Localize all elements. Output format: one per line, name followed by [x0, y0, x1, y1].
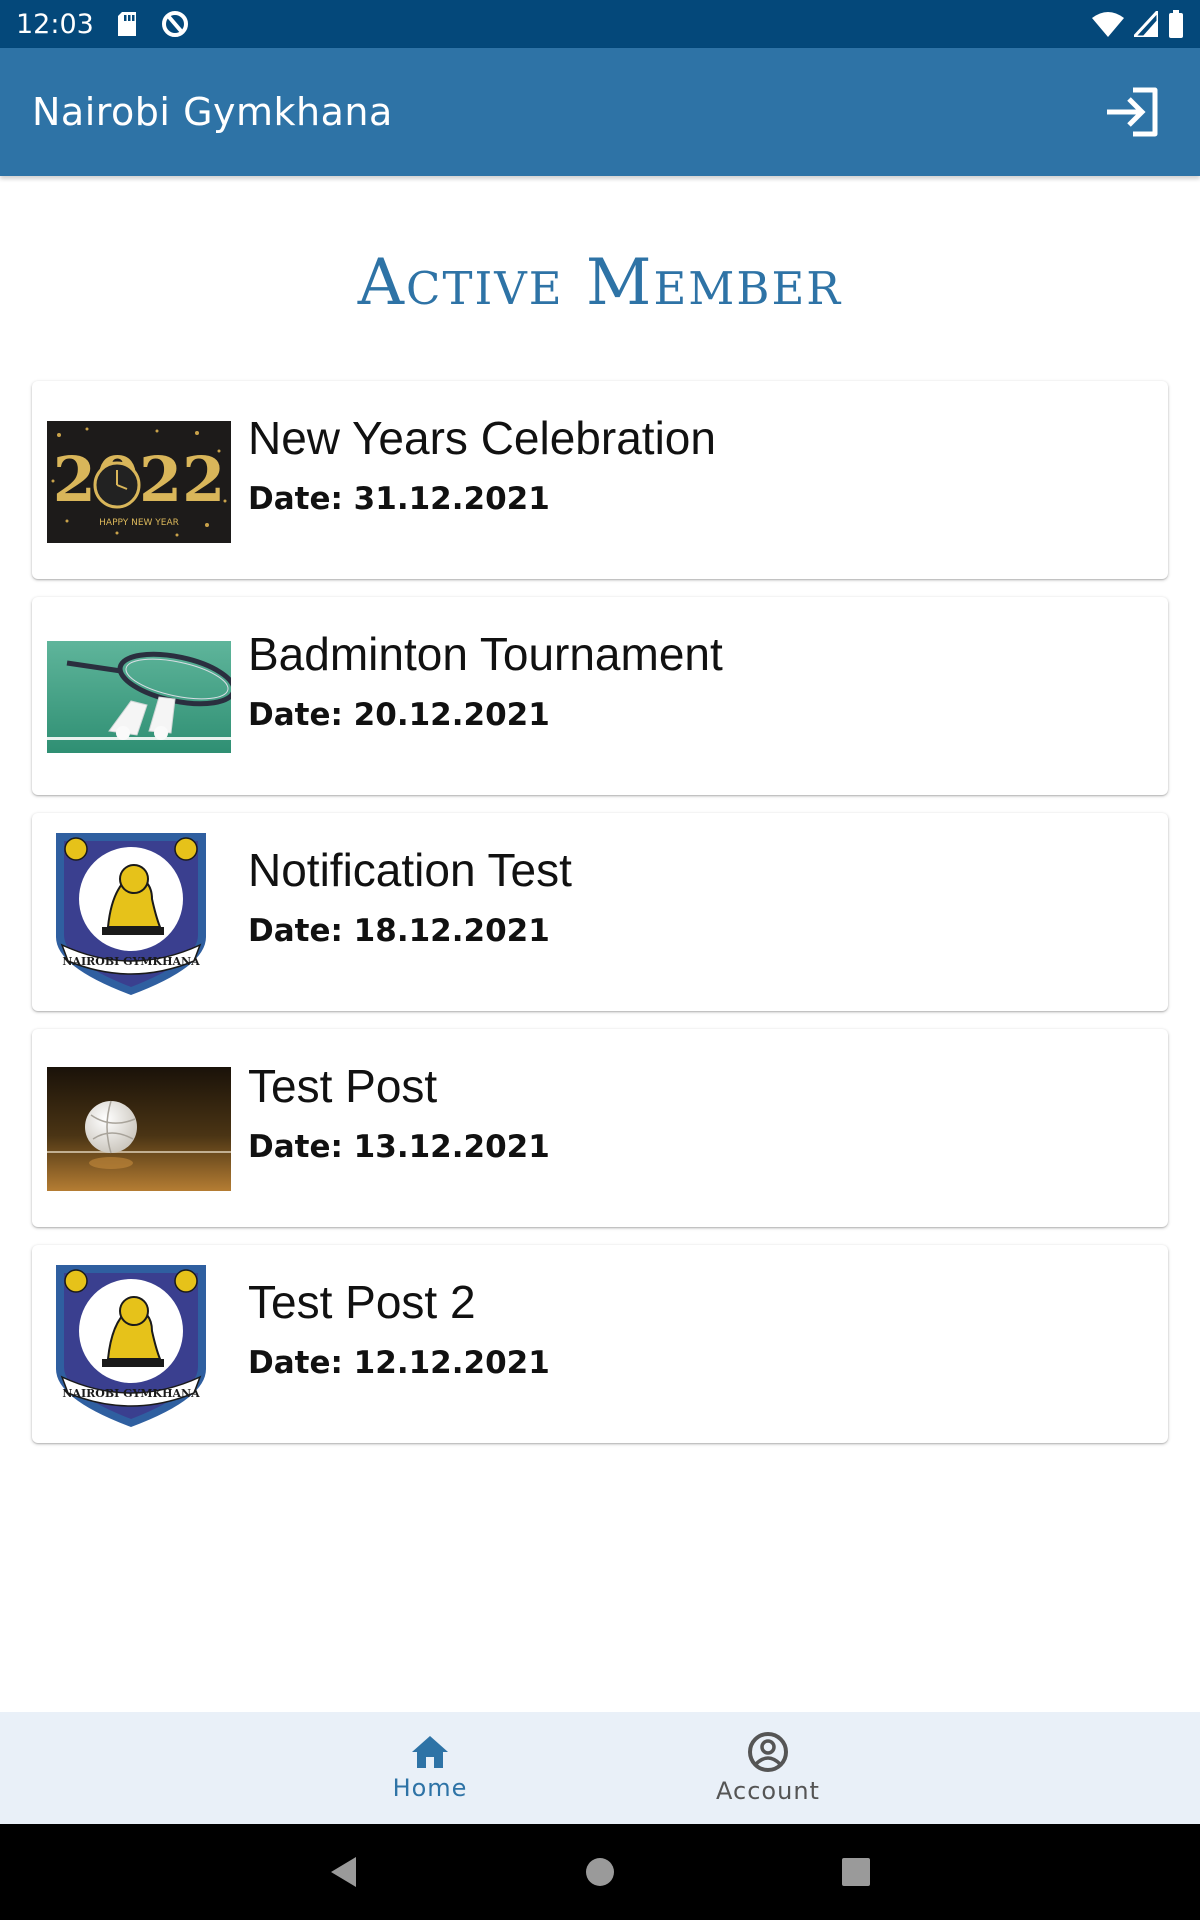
app-bar: Nairobi Gymkhana: [0, 48, 1200, 176]
data-saver-icon: [160, 9, 190, 39]
signal-icon: [1134, 11, 1158, 37]
nairobi-gymkhana-crest-image: NAIROBI GYMKHANA: [52, 1259, 210, 1429]
post-card-test-post-2[interactable]: NAIROBI GYMKHANA Test Post 2 Date: 12.12…: [32, 1245, 1168, 1443]
back-triangle-icon: [331, 1857, 356, 1887]
nav-label-home: Home: [392, 1774, 468, 1802]
wifi-icon: [1092, 11, 1124, 37]
app-title: Nairobi Gymkhana: [32, 90, 393, 134]
sd-card-icon: [116, 11, 138, 37]
crest-text: NAIROBI GYMKHANA: [62, 1387, 200, 1400]
battery-icon: [1168, 10, 1184, 38]
post-date: Date: 20.12.2021: [248, 697, 550, 733]
page-title: Active Member: [357, 246, 843, 320]
post-title: Notification Test: [248, 844, 572, 896]
post-title: Test Post 2: [248, 1276, 476, 1328]
back-button[interactable]: [318, 1846, 370, 1898]
recents-button[interactable]: [830, 1846, 882, 1898]
home-icon: [412, 1736, 448, 1768]
post-title: Badminton Tournament: [248, 628, 723, 680]
volleyball-image: [47, 1067, 231, 1191]
post-card-badminton-tournament[interactable]: Badminton Tournament Date: 20.12.2021: [32, 597, 1168, 795]
happy-new-year-text: HAPPY NEW YEAR: [99, 518, 179, 528]
login-arrow-icon: [1107, 87, 1158, 137]
post-list: 2022 HAPPY NEW YEAR New Years Celebratio…: [32, 381, 1168, 1461]
status-time: 12:03: [16, 8, 94, 40]
post-title: New Years Celebration: [248, 412, 716, 464]
recents-square-icon: [842, 1858, 870, 1886]
account-circle-icon: [748, 1732, 788, 1772]
badminton-image: [47, 641, 231, 753]
login-button[interactable]: [1096, 76, 1168, 148]
post-date: Date: 13.12.2021: [248, 1129, 550, 1165]
status-bar: 12:03: [0, 0, 1200, 48]
nav-item-home[interactable]: Home: [330, 1712, 530, 1824]
post-title: Test Post: [248, 1060, 438, 1112]
system-navigation-bar: [0, 1824, 1200, 1920]
crest-text: NAIROBI GYMKHANA: [62, 955, 200, 968]
post-date: Date: 18.12.2021: [248, 913, 550, 949]
nairobi-gymkhana-crest-image: NAIROBI GYMKHANA: [52, 827, 210, 997]
new-year-2022-image: 2022 HAPPY NEW YEAR: [47, 421, 231, 543]
nav-label-account: Account: [716, 1777, 820, 1805]
post-card-test-post[interactable]: Test Post Date: 13.12.2021: [32, 1029, 1168, 1227]
nav-item-account[interactable]: Account: [668, 1712, 868, 1824]
home-circle-icon: [586, 1858, 614, 1886]
bottom-navigation: Home Account: [0, 1712, 1200, 1824]
post-date: Date: 31.12.2021: [248, 481, 550, 517]
post-card-new-years-celebration[interactable]: 2022 HAPPY NEW YEAR New Years Celebratio…: [32, 381, 1168, 579]
post-card-notification-test[interactable]: NAIROBI GYMKHANA Notification Test Date:…: [32, 813, 1168, 1011]
post-date: Date: 12.12.2021: [248, 1345, 550, 1381]
home-system-button[interactable]: [574, 1846, 626, 1898]
